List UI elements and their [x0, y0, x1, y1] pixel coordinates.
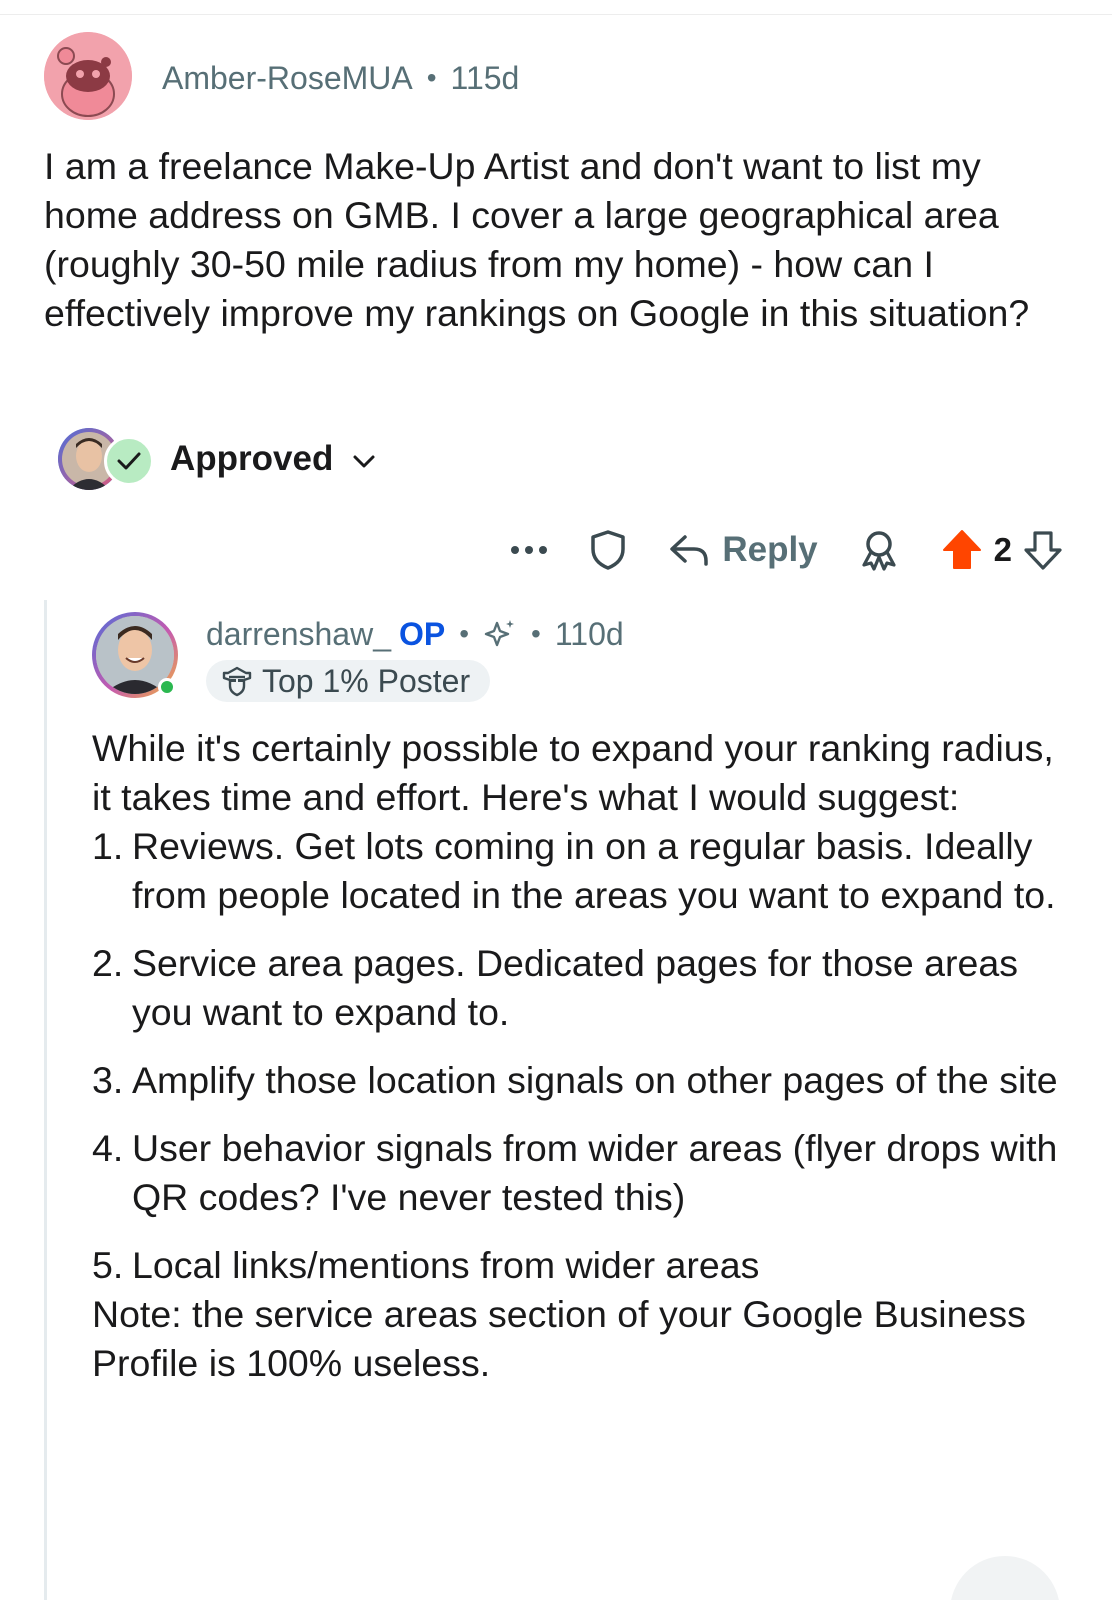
parent-meta: Amber-RoseMUA • 115d — [162, 58, 519, 98]
check-icon — [117, 452, 141, 470]
reply-label: Reply — [722, 530, 818, 569]
mod-shield-button[interactable] — [588, 529, 628, 571]
parent-avatar[interactable] — [44, 32, 132, 120]
list-item: 4. User behavior signals from wider areas… — [92, 1124, 1082, 1222]
vote-group: 2 — [940, 528, 1064, 572]
list-item: 3. Amplify those location signals on othe… — [92, 1056, 1082, 1105]
thread-line[interactable] — [44, 600, 47, 1600]
list-item-text: Service area pages. Dedicated pages for … — [132, 942, 1018, 1033]
list-item-number: 5. — [92, 1244, 124, 1286]
approval-status[interactable]: Approved — [58, 426, 377, 492]
parent-comment-body: I am a freelance Make-Up Artist and don'… — [44, 145, 1030, 334]
approved-label: Approved — [170, 439, 334, 478]
meta-separator: • — [459, 618, 470, 649]
parent-timestamp[interactable]: 115d — [451, 60, 520, 97]
list-item: 1. Reviews. Get lots coming in on a regul… — [92, 822, 1082, 920]
op-badge: OP — [399, 615, 446, 652]
list-item: 2. Service area pages. Dedicated pages fo… — [92, 939, 1082, 1037]
list-item-text: Reviews. Get lots coming in on a regular… — [132, 825, 1056, 916]
shield-icon — [591, 530, 626, 570]
parent-author-link[interactable]: Amber-RoseMUA — [162, 60, 413, 97]
list-item-text: User behavior signals from wider areas (… — [132, 1127, 1058, 1218]
award-icon — [862, 531, 896, 571]
reply-comment-body: While it's certainly possible to expand … — [92, 724, 1082, 1388]
list-item-number: 3. — [92, 1059, 124, 1101]
more-horizontal-icon — [511, 546, 548, 554]
top-divider — [0, 14, 1112, 15]
chevron-down-icon[interactable] — [351, 452, 377, 470]
reply-author-link[interactable]: darrenshaw_ — [206, 616, 391, 653]
list-item-text: Amplify those location signals on other … — [132, 1059, 1058, 1101]
snoo-avatar-icon — [44, 32, 132, 120]
vote-score: 2 — [993, 531, 1012, 568]
reply-timestamp[interactable]: 110d — [555, 616, 624, 653]
reply-arrow-icon — [670, 535, 709, 566]
suggestion-list: 1. Reviews. Get lots coming in on a regul… — [92, 822, 1082, 1290]
flair-label: Top 1% Poster — [262, 662, 471, 699]
downvote-icon[interactable] — [1022, 529, 1064, 571]
user-flair: Top 1% Poster — [206, 660, 491, 702]
reply-intro: While it's certainly possible to expand … — [92, 727, 1054, 818]
list-item: 5. Local links/mentions from wider areas — [92, 1241, 1082, 1290]
reply-button[interactable]: Reply — [668, 530, 818, 570]
list-item-number: 4. — [92, 1127, 124, 1169]
reply-note: Note: the service areas section of your … — [92, 1293, 1026, 1384]
meta-separator: • — [426, 62, 437, 93]
flair-icon — [220, 664, 254, 698]
approved-badge — [104, 436, 154, 486]
top-poster-icon — [222, 666, 252, 697]
sparkle-icon — [484, 620, 515, 647]
upvote-icon[interactable] — [940, 528, 984, 572]
more-options-button[interactable] — [510, 544, 548, 556]
partial-avatar — [950, 1556, 1060, 1600]
list-item-text: Local links/mentions from wider areas — [132, 1244, 760, 1286]
award-button[interactable] — [858, 529, 900, 571]
reply-meta: darrenshaw_ OP • • 110d — [206, 614, 624, 654]
meta-separator-2: • — [531, 618, 541, 649]
list-item-number: 1. — [92, 825, 124, 867]
online-status-dot — [158, 678, 176, 696]
list-item-number: 2. — [92, 942, 124, 984]
moderator-avatar-group — [58, 426, 158, 492]
comment-action-bar: Reply 2 — [510, 520, 1064, 580]
